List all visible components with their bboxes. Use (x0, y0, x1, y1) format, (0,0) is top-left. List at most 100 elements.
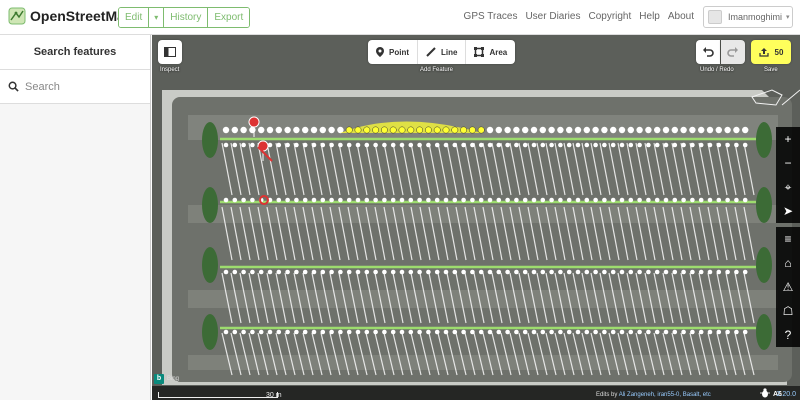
map-node[interactable] (540, 142, 546, 148)
map-node[interactable] (628, 142, 634, 148)
map-node[interactable] (610, 142, 616, 148)
map-node[interactable] (593, 269, 598, 275)
map-node[interactable] (549, 142, 554, 148)
selected-node[interactable] (477, 126, 485, 134)
edit-dropdown-chevron-icon[interactable]: ▾ (149, 8, 165, 27)
map-node[interactable] (742, 197, 748, 203)
map-node[interactable] (496, 142, 502, 148)
map-node[interactable] (663, 329, 669, 335)
selected-node[interactable] (451, 126, 459, 134)
map-node[interactable] (267, 329, 273, 335)
map-node[interactable] (311, 197, 317, 203)
selected-node[interactable] (416, 126, 424, 134)
map-node[interactable] (548, 126, 555, 134)
map-node[interactable] (390, 269, 396, 275)
map-node[interactable] (399, 197, 405, 203)
map-node[interactable] (285, 329, 290, 335)
map-node[interactable] (364, 197, 370, 203)
map-node[interactable] (672, 329, 678, 335)
map-node[interactable] (390, 142, 396, 148)
map-node[interactable] (320, 329, 326, 335)
map-node[interactable] (443, 142, 449, 148)
map-node[interactable] (619, 197, 625, 203)
map-node[interactable] (558, 269, 563, 275)
map-node[interactable] (496, 197, 502, 203)
map-node[interactable] (707, 197, 713, 203)
map-node[interactable] (531, 142, 537, 148)
selected-node[interactable] (468, 126, 476, 134)
map-node[interactable] (285, 197, 290, 203)
map-node[interactable] (311, 142, 317, 148)
map-node[interactable] (495, 126, 502, 134)
save-button[interactable]: 50 (751, 40, 791, 64)
map-node[interactable] (373, 329, 378, 335)
selected-node[interactable] (424, 126, 432, 134)
map-node[interactable] (470, 197, 475, 203)
map-node[interactable] (294, 142, 299, 148)
map-node[interactable] (522, 126, 529, 134)
map-node[interactable] (549, 269, 554, 275)
map-node[interactable] (610, 269, 616, 275)
map-node[interactable] (329, 329, 334, 335)
bug-icon[interactable] (760, 388, 770, 398)
map-node[interactable] (250, 142, 255, 148)
map-node[interactable] (690, 329, 695, 335)
map-node[interactable] (734, 197, 739, 203)
map-node[interactable] (302, 269, 308, 275)
map-node[interactable] (284, 126, 291, 134)
map-node[interactable] (558, 142, 563, 148)
map-node[interactable] (628, 329, 634, 335)
map-node[interactable] (602, 329, 607, 335)
map-node[interactable] (672, 269, 678, 275)
map-node[interactable] (232, 269, 238, 275)
map-node[interactable] (399, 142, 405, 148)
map-node[interactable] (461, 197, 466, 203)
map-node[interactable] (486, 126, 494, 134)
add-point-button[interactable]: Point (368, 40, 418, 64)
map-node[interactable] (470, 329, 475, 335)
map-node[interactable] (549, 329, 554, 335)
map-node[interactable] (487, 197, 493, 203)
map-node[interactable] (250, 197, 255, 203)
map-node[interactable] (707, 329, 713, 335)
map-node[interactable] (311, 269, 317, 275)
map-node[interactable] (681, 269, 686, 275)
map-node[interactable] (681, 329, 686, 335)
map-node[interactable] (355, 269, 361, 275)
map-node[interactable] (672, 197, 678, 203)
map-node[interactable] (646, 142, 651, 148)
map-node[interactable] (426, 197, 431, 203)
map-node[interactable] (716, 329, 722, 335)
map-node[interactable] (426, 329, 431, 335)
map-node[interactable] (364, 329, 370, 335)
map-node[interactable] (698, 329, 704, 335)
map-node[interactable] (285, 142, 290, 148)
map-node[interactable] (382, 197, 387, 203)
map-node[interactable] (662, 126, 670, 134)
map-node[interactable] (539, 126, 546, 134)
map-node[interactable] (628, 269, 634, 275)
map-node[interactable] (575, 329, 581, 335)
map-node[interactable] (408, 269, 414, 275)
map-node[interactable] (646, 197, 651, 203)
map-node[interactable] (733, 126, 740, 134)
map-node[interactable] (619, 269, 625, 275)
map-node[interactable] (514, 142, 519, 148)
map-node[interactable] (557, 126, 564, 134)
map-node[interactable] (505, 269, 510, 275)
map-node[interactable] (663, 197, 669, 203)
map-node[interactable] (522, 197, 528, 203)
attrib-users-link[interactable]: Ali Zangeneh, iran55-0, Basalt, etc (619, 392, 711, 398)
map-node[interactable] (346, 197, 352, 203)
map-node[interactable] (715, 126, 722, 134)
map-node[interactable] (426, 142, 431, 148)
map-node[interactable] (434, 329, 440, 335)
map-node[interactable] (549, 197, 554, 203)
edit-button[interactable]: Edit (119, 8, 150, 27)
map-node[interactable] (593, 329, 598, 335)
map-node[interactable] (470, 142, 475, 148)
map-node[interactable] (619, 142, 625, 148)
scale-bar[interactable] (158, 392, 278, 398)
selected-node[interactable] (407, 126, 415, 134)
map-node[interactable] (382, 329, 387, 335)
